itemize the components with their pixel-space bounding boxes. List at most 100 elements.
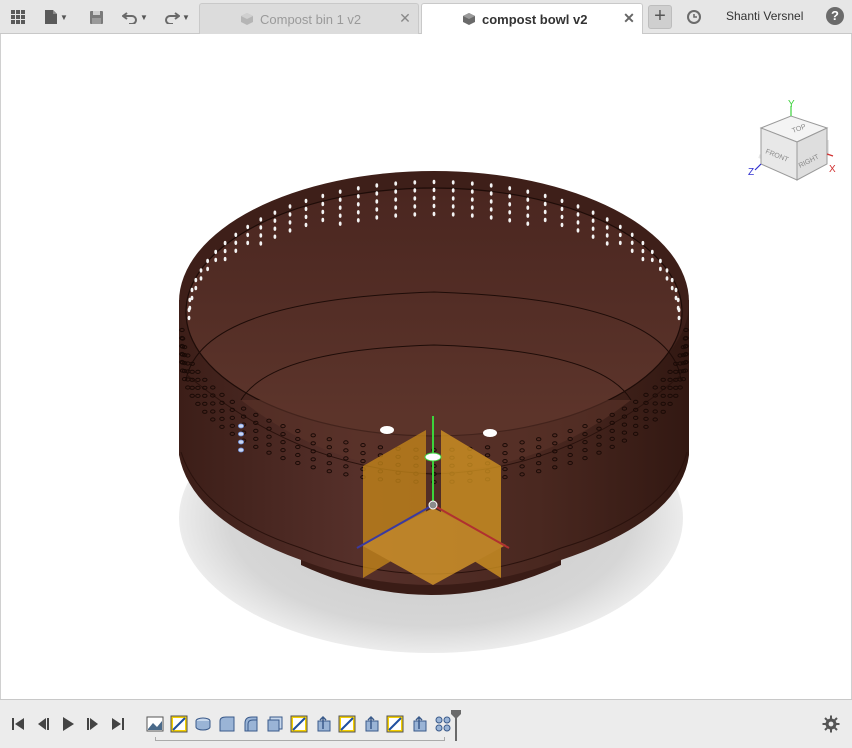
vent-hole: [338, 213, 342, 218]
vent-hole: [451, 180, 455, 185]
bowl-inner: [186, 188, 682, 436]
vent-hole: [288, 204, 292, 209]
play-icon[interactable]: [60, 716, 76, 732]
gear-icon[interactable]: [822, 715, 840, 733]
vent-hole: [576, 220, 580, 225]
vent-hole: [375, 183, 379, 188]
timeline-marker[interactable]: [450, 709, 462, 741]
file-menu-button[interactable]: ▼: [40, 4, 72, 30]
vent-hole: [246, 224, 250, 230]
vent-hole: [508, 218, 512, 223]
sketch-feature-icon[interactable]: [338, 715, 356, 733]
fusion-window: ▼ ▼ ▼ Compost bin 1 v2 ✕ compost bowl v2…: [0, 0, 852, 748]
vent-hole: [641, 248, 645, 254]
close-icon[interactable]: ✕: [398, 11, 412, 25]
sketch-feature-icon[interactable]: [386, 715, 404, 733]
vent-hole: [670, 285, 674, 291]
revolve-feature-icon[interactable]: [194, 715, 212, 733]
vent-hole: [190, 287, 194, 293]
vent-hole: [470, 197, 474, 202]
extrude-feature-icon[interactable]: [266, 715, 284, 733]
sketch-image-feature-icon[interactable]: [146, 715, 164, 733]
vent-hole: [526, 205, 530, 210]
vent-hole: [676, 297, 680, 303]
vent-hole: [543, 209, 547, 215]
redo-button[interactable]: ▼: [160, 4, 194, 30]
vent-hole: [304, 222, 308, 228]
origin-point[interactable]: [428, 500, 438, 510]
vent-hole: [413, 204, 417, 209]
vent-hole: [394, 205, 398, 210]
vent-hole: [223, 248, 227, 254]
next-icon[interactable]: [85, 716, 101, 732]
vent-hole: [259, 241, 263, 246]
shell-feature-icon[interactable]: [242, 715, 260, 733]
vent-hole: [356, 218, 360, 223]
vent-hole: [413, 196, 417, 201]
vent-hole: [338, 197, 342, 202]
last-icon[interactable]: [110, 716, 126, 732]
vent-hole: [576, 212, 580, 217]
extrude-cut-feature-icon[interactable]: [410, 715, 428, 733]
fillet-feature-icon[interactable]: [218, 715, 236, 733]
vent-hole: [304, 198, 308, 204]
vent-hole: [560, 206, 564, 212]
vent-hole: [432, 211, 436, 217]
vent-hole: [470, 189, 474, 194]
vent-hole: [576, 228, 580, 233]
vent-hole: [432, 195, 436, 201]
vent-hole: [470, 181, 474, 186]
vent-hole: [451, 196, 455, 201]
tab-compost-bin[interactable]: Compost bin 1 v2 ✕: [199, 3, 419, 34]
vent-hole: [304, 206, 308, 212]
vent-hole: [489, 207, 493, 212]
job-status-clock-icon[interactable]: [684, 4, 704, 30]
vent-hole: [206, 266, 210, 272]
previous-icon[interactable]: [35, 716, 51, 732]
vent-hole: [470, 205, 474, 210]
vent-hole: [273, 226, 277, 231]
vent-hole: [234, 232, 238, 237]
vent-hole: [356, 202, 360, 207]
close-icon[interactable]: ✕: [622, 11, 636, 25]
vent-hole: [199, 268, 203, 273]
vent-hole: [413, 212, 417, 217]
tab-compost-bowl[interactable]: compost bowl v2 ✕: [421, 3, 643, 34]
save-icon[interactable]: [86, 4, 106, 30]
new-tab-button[interactable]: +: [648, 5, 672, 29]
vent-hole: [489, 215, 493, 220]
vent-hole: [190, 295, 194, 301]
vent-hole: [560, 214, 564, 220]
vent-hole: [618, 224, 622, 230]
vent-hole: [630, 248, 634, 253]
vent-hole: [375, 207, 379, 212]
canvas-viewport[interactable]: TOP FRONT RIGHT Y X Z: [0, 34, 852, 699]
sketch-feature-icon[interactable]: [290, 715, 308, 733]
vent-hole: [526, 213, 530, 218]
tab-label: compost bowl v2: [482, 11, 588, 27]
grid-icon[interactable]: [8, 4, 28, 30]
vent-hole: [356, 194, 360, 199]
vent-hole: [259, 233, 263, 238]
vent-hole: [508, 202, 512, 207]
vent-hole: [187, 315, 191, 321]
user-name[interactable]: Shanti Versnel: [726, 9, 803, 23]
vent-hole: [576, 204, 580, 209]
first-icon[interactable]: [10, 716, 26, 732]
vent-hole: [194, 277, 198, 283]
timeline-track: [155, 737, 445, 741]
view-cube[interactable]: TOP FRONT RIGHT Y X Z: [745, 100, 841, 200]
bowl-model[interactable]: [1, 34, 851, 699]
vent-hole: [188, 305, 192, 311]
vent-hole: [508, 194, 512, 199]
vent-hole: [526, 221, 530, 226]
extrude-cut-feature-icon[interactable]: [314, 715, 332, 733]
sketch-feature-icon[interactable]: [170, 715, 188, 733]
vent-hole: [223, 256, 227, 262]
undo-button[interactable]: ▼: [118, 4, 152, 30]
help-icon[interactable]: ?: [826, 7, 844, 25]
vent-hole: [234, 240, 238, 245]
axis-y-label: Y: [788, 100, 795, 110]
vent-hole: [288, 228, 292, 233]
extrude-cut-feature-icon[interactable]: [362, 715, 380, 733]
